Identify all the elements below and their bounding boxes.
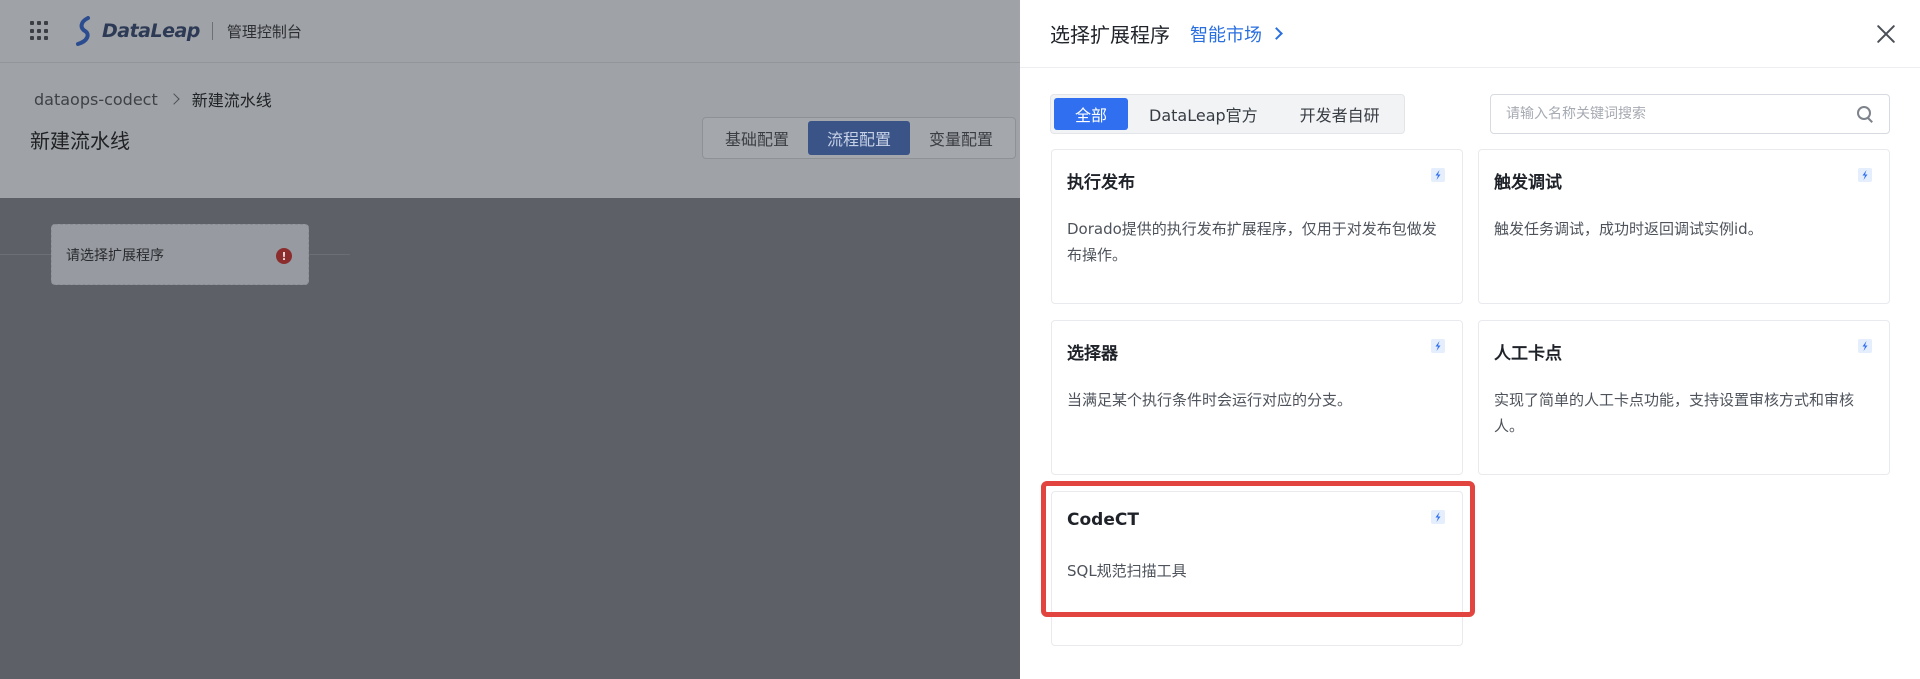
logo-text: DataLeap <box>102 20 200 42</box>
page-title: 新建流水线 <box>30 129 130 153</box>
chevron-right-icon <box>1270 27 1283 40</box>
lightning-icon <box>1431 168 1445 182</box>
drawer-header: 选择扩展程序 智能市场 <box>1020 0 1920 68</box>
chevron-right-icon <box>168 93 180 105</box>
console-label: 管理控制台 <box>226 22 302 41</box>
card-name: 执行发布 <box>1067 173 1135 193</box>
lightning-icon <box>1858 339 1872 353</box>
smart-market-link[interactable]: 智能市场 <box>1190 21 1283 47</box>
node-label: 请选择扩展程序 <box>66 247 164 264</box>
tab-dataleap-official[interactable]: DataLeap官方 <box>1128 98 1279 130</box>
pipeline-node[interactable]: 请选择扩展程序 ! <box>51 224 309 285</box>
breadcrumb: dataops-codect 新建流水线 <box>34 87 272 111</box>
search-icon[interactable] <box>1857 106 1873 122</box>
card-name: 触发调试 <box>1494 173 1562 193</box>
config-tabs: 基础配置 流程配置 变量配置 <box>702 117 1017 159</box>
extension-card-trigger-debug[interactable]: 触发调试 触发任务调试，成功时返回调试实例id。 <box>1478 149 1890 304</box>
highlight-box <box>1041 481 1475 617</box>
extension-card-selector[interactable]: 选择器 当满足某个执行条件时会运行对应的分支。 <box>1051 320 1463 475</box>
filter-tabs: 全部 DataLeap官方 开发者自研 <box>1050 94 1405 134</box>
product-logo[interactable]: DataLeap 管理控制台 <box>72 16 302 46</box>
breadcrumb-current: 新建流水线 <box>191 91 272 110</box>
extension-card-manual-checkpoint[interactable]: 人工卡点 实现了简单的人工卡点功能，支持设置审核方式和审核人。 <box>1478 320 1890 475</box>
logo-divider <box>211 22 213 40</box>
tab-basic-config[interactable]: 基础配置 <box>706 121 808 155</box>
smart-market-label: 智能市场 <box>1190 24 1262 46</box>
card-description: 触发任务调试，成功时返回调试实例id。 <box>1494 220 1763 238</box>
lightning-icon <box>1431 339 1445 353</box>
card-name: 人工卡点 <box>1494 344 1562 364</box>
tab-developer-built[interactable]: 开发者自研 <box>1279 98 1401 130</box>
search-box <box>1490 94 1890 134</box>
close-icon[interactable] <box>1874 22 1898 46</box>
card-description: 当满足某个执行条件时会运行对应的分支。 <box>1067 391 1353 409</box>
breadcrumb-parent[interactable]: dataops-codect <box>34 90 158 109</box>
extension-card-execute-publish[interactable]: 执行发布 Dorado提供的执行发布扩展程序，仅用于对发布包做发布操作。 <box>1051 149 1463 304</box>
card-description: Dorado提供的执行发布扩展程序，仅用于对发布包做发布操作。 <box>1067 220 1437 264</box>
search-input[interactable] <box>1506 106 1846 122</box>
tab-variable-config[interactable]: 变量配置 <box>910 121 1012 155</box>
card-name: 选择器 <box>1067 344 1118 364</box>
app-grid-icon[interactable] <box>30 21 50 41</box>
lightning-icon <box>1858 168 1872 182</box>
dataleap-logo-icon <box>76 16 90 46</box>
tab-all[interactable]: 全部 <box>1054 98 1129 130</box>
tab-flow-config[interactable]: 流程配置 <box>808 121 911 155</box>
drawer-title: 选择扩展程序 <box>1050 23 1170 47</box>
error-icon: ! <box>276 248 292 264</box>
card-description: 实现了简单的人工卡点功能，支持设置审核方式和审核人。 <box>1494 391 1855 435</box>
